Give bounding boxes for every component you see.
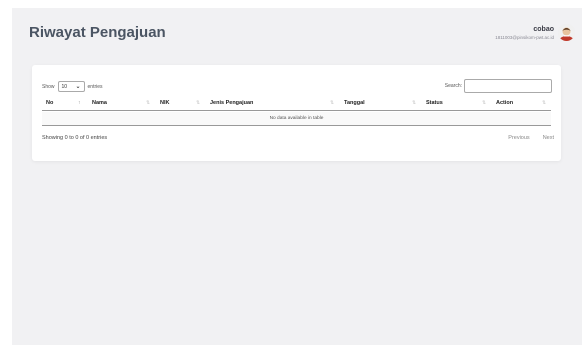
avatar[interactable] <box>558 24 575 41</box>
table-info: Showing 0 to 0 of 0 entries <box>42 135 108 141</box>
page-title: Riwayat Pengajuan <box>29 24 166 41</box>
sort-arrows-icon: ⇅ <box>146 100 151 106</box>
column-header-status[interactable]: Status <box>426 100 443 106</box>
sort-arrows-icon: ⇅ <box>412 100 417 106</box>
page-content: Riwayat Pengajuan cobao 1811003@pinsikom… <box>12 8 582 345</box>
user-name: cobao <box>533 26 554 33</box>
search-label: Search: <box>444 83 462 89</box>
column-header-nama[interactable]: Nama <box>92 100 107 106</box>
entries-select-value: 10 <box>61 83 68 90</box>
sort-arrows-icon: ⇅ <box>330 100 335 106</box>
show-label: Show <box>42 83 55 90</box>
avatar-icon <box>558 24 575 41</box>
entries-length-control: Show 10 ⌄ entries <box>42 81 103 92</box>
table-empty-row: No data available in table <box>42 112 551 126</box>
column-header-jenis-pengajuan[interactable]: Jenis Pengajuan <box>210 100 253 106</box>
entries-select[interactable]: 10 ⌄ <box>57 81 85 92</box>
empty-message: No data available in table <box>269 116 324 121</box>
search-input[interactable] <box>464 79 552 93</box>
next-button[interactable]: Next <box>543 135 554 141</box>
search-control: Search: <box>445 79 552 93</box>
sort-arrows-icon: ↑ <box>78 100 81 106</box>
user-email: 1811003@pinsikom-pwt.ac.id <box>495 35 554 40</box>
entries-label: entries <box>87 83 103 90</box>
user-info[interactable]: cobao 1811003@pinsikom-pwt.ac.id <box>495 26 554 40</box>
column-header-nik[interactable]: NIK <box>160 100 169 106</box>
history-card: Show 10 ⌄ entries Search: No ↑ Nama ⇅ NI… <box>32 65 561 161</box>
column-header-tanggal[interactable]: Tanggal <box>344 100 365 106</box>
table-header: No ↑ Nama ⇅ NIK ⇅ Jenis Pengajuan ⇅ Tang… <box>42 98 551 111</box>
column-header-no[interactable]: No <box>46 100 53 106</box>
sort-arrows-icon: ⇅ <box>196 100 201 106</box>
sort-arrows-icon: ⇅ <box>482 100 487 106</box>
sort-arrows-icon: ⇅ <box>542 100 547 106</box>
chevron-down-icon: ⌄ <box>75 84 81 90</box>
pagination: Previous Next <box>508 135 554 141</box>
column-header-action[interactable]: Action <box>496 100 513 106</box>
previous-button[interactable]: Previous <box>508 135 529 141</box>
